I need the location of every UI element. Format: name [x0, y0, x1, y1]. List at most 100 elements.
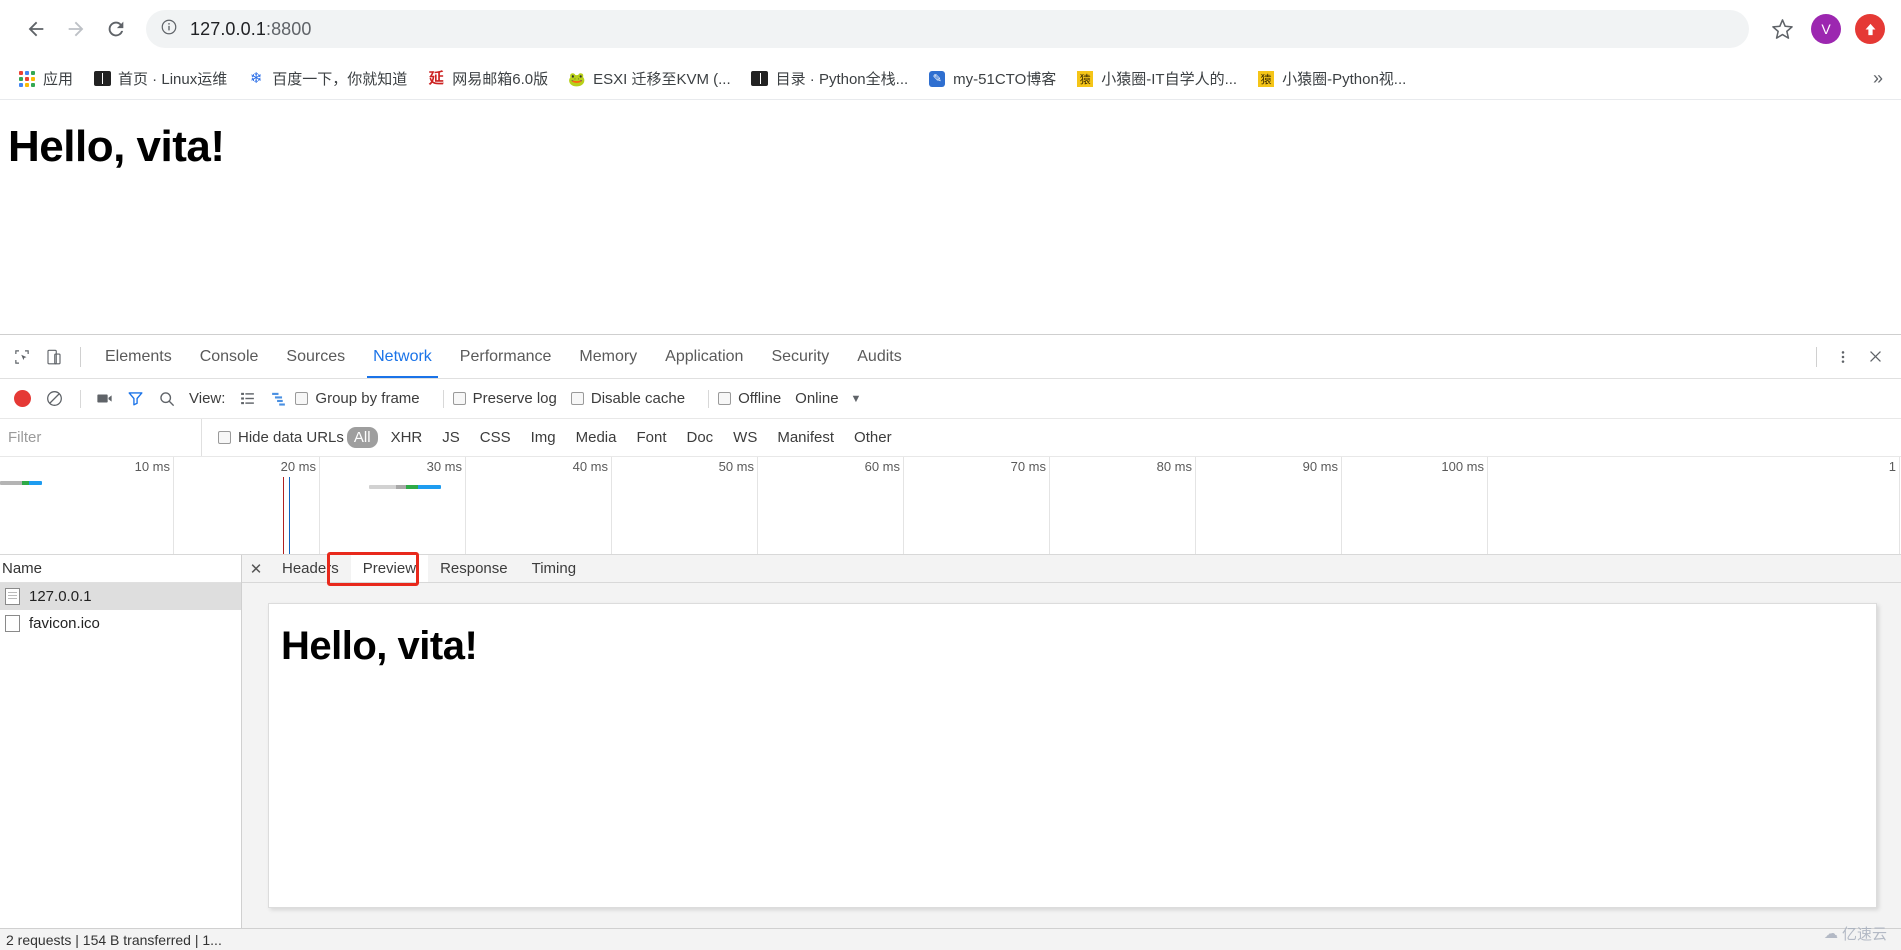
bookmark-item-esxi[interactable]: 🐸 ESXI 迁移至KVM (...	[560, 65, 739, 93]
url-port: :8800	[265, 18, 312, 39]
devtools-tabbar: Elements Console Sources Network Perform…	[0, 335, 1901, 379]
bookmark-item-xiaoyuanquan-python[interactable]: 猿 小猿圈-Python视...	[1249, 65, 1414, 93]
filter-toggle-button[interactable]	[121, 385, 149, 413]
filter-pill-font[interactable]: Font	[629, 427, 673, 448]
load-event-line	[289, 477, 290, 554]
devtools-more-button[interactable]	[1827, 341, 1859, 373]
detail-tab-headers[interactable]: Headers	[270, 555, 351, 582]
avatar-initial: V	[1821, 21, 1831, 37]
bookmark-label: 百度一下，你就知道	[272, 71, 408, 88]
filter-pill-img[interactable]: Img	[524, 427, 563, 448]
disable-cache-label: Disable cache	[590, 390, 686, 407]
tab-application[interactable]: Application	[651, 335, 757, 378]
tab-sources[interactable]: Sources	[272, 335, 359, 378]
tab-memory[interactable]: Memory	[565, 335, 651, 378]
bookmark-item-netease-mail[interactable]: 延 网易邮箱6.0版	[419, 65, 556, 93]
avatar[interactable]: V	[1811, 14, 1841, 44]
filter-pill-media[interactable]: Media	[569, 427, 624, 448]
chevron-down-icon[interactable]: ▼	[851, 393, 862, 405]
tab-performance[interactable]: Performance	[446, 335, 566, 378]
filter-pill-all[interactable]: All	[346, 427, 378, 448]
list-view-button[interactable]	[233, 385, 261, 413]
bookmark-item-xiaoyuanquan-it[interactable]: 猿 小猿圈-IT自学人的...	[1068, 65, 1245, 93]
offline-label: Offline	[738, 390, 782, 407]
preserve-log-checkbox[interactable]: Preserve log	[452, 390, 557, 407]
filter-pill-doc[interactable]: Doc	[679, 427, 720, 448]
book-icon	[93, 70, 111, 88]
bookmark-label: 应用	[43, 71, 74, 88]
netease-mail-icon: 延	[428, 70, 444, 87]
bookmark-item-apps[interactable]: 应用	[10, 65, 81, 93]
request-name: favicon.ico	[29, 615, 100, 632]
watermark-text: 亿速云	[1841, 926, 1887, 943]
capture-screenshots-button[interactable]	[90, 385, 118, 413]
search-button[interactable]	[152, 385, 180, 413]
reload-button[interactable]	[96, 9, 136, 49]
tab-security[interactable]: Security	[757, 335, 843, 378]
offline-checkbox[interactable]: Offline	[718, 390, 781, 407]
funnel-filter-icon	[127, 392, 143, 406]
request-list-header[interactable]: Name	[0, 555, 241, 583]
update-button[interactable]	[1855, 14, 1885, 44]
tab-network[interactable]: Network	[359, 335, 446, 378]
tab-audits[interactable]: Audits	[843, 335, 915, 378]
detail-close-button[interactable]: ✕	[242, 555, 270, 582]
preserve-log-label: Preserve log	[472, 390, 557, 407]
device-toolbar-button[interactable]	[38, 341, 70, 373]
bookmark-item-51cto[interactable]: ✎ my-51CTO博客	[920, 65, 1064, 93]
browser-window: 127.0.0.1:8800 V 应用 首页 · Linux运维 ❄ 百度一下，…	[0, 0, 1901, 950]
timeline-tick-label: 50 ms	[718, 459, 754, 474]
checkbox-box	[295, 392, 309, 405]
filter-pill-js[interactable]: JS	[435, 427, 467, 448]
filter-input[interactable]	[0, 419, 202, 456]
group-by-frame-checkbox[interactable]: Group by frame	[295, 390, 420, 407]
inspect-element-button[interactable]	[6, 341, 38, 373]
back-button[interactable]	[16, 9, 56, 49]
toolbar-divider	[80, 389, 81, 408]
address-bar-text: 127.0.0.1:8800	[190, 19, 312, 40]
update-arrow-icon	[1865, 23, 1875, 35]
timeline-tick-label: 1	[1888, 459, 1896, 474]
network-toolbar: View: Group by frame Preserve log Disabl…	[0, 379, 1901, 419]
request-row-favicon[interactable]: favicon.ico	[0, 610, 241, 637]
bookmarks-overflow-button[interactable]: »	[1867, 68, 1889, 89]
devtools-tabbar-right	[1806, 341, 1901, 373]
filter-pill-ws[interactable]: WS	[726, 427, 764, 448]
request-row-127-0-0-1[interactable]: 127.0.0.1	[0, 583, 241, 610]
tab-console[interactable]: Console	[186, 335, 273, 378]
record-button[interactable]	[14, 390, 31, 407]
devtools-close-button[interactable]	[1859, 341, 1891, 373]
bookmark-label: 小猿圈-Python视...	[1282, 71, 1407, 88]
network-timeline-overview[interactable]: 10 ms 20 ms 30 ms 40 ms 50 ms 60 ms 70 m…	[0, 457, 1901, 555]
forward-button[interactable]	[56, 9, 96, 49]
detail-tab-timing[interactable]: Timing	[520, 555, 588, 582]
bookmark-button[interactable]	[1763, 10, 1801, 48]
url-host: 127.0.0.1	[190, 18, 266, 39]
filter-pill-other[interactable]: Other	[847, 427, 899, 448]
bookmark-item-baidu[interactable]: ❄ 百度一下，你就知道	[239, 65, 415, 93]
waterfall-view-button[interactable]	[264, 385, 292, 413]
frog-icon: 🐸	[568, 70, 586, 87]
preview-iframe: Hello, vita!	[268, 603, 1877, 908]
detail-tab-preview[interactable]: Preview	[350, 555, 429, 582]
more-vertical-icon	[1841, 350, 1845, 363]
apps-grid-icon	[18, 70, 36, 88]
tab-elements[interactable]: Elements	[91, 335, 186, 378]
toolbar-divider	[1816, 346, 1817, 367]
filter-pill-css[interactable]: CSS	[473, 427, 518, 448]
bookmark-item-linux[interactable]: 首页 · Linux运维	[85, 65, 235, 93]
bookmark-label: 首页 · Linux运维	[118, 71, 228, 88]
address-bar[interactable]: 127.0.0.1:8800	[146, 10, 1749, 48]
filter-pill-manifest[interactable]: Manifest	[770, 427, 841, 448]
detail-tab-response[interactable]: Response	[428, 555, 520, 582]
throttling-value[interactable]: Online	[795, 390, 838, 407]
hide-data-urls-checkbox[interactable]: Hide data URLs	[218, 429, 344, 446]
bookmark-label: ESXI 迁移至KVM (...	[593, 71, 731, 88]
clear-prohibited-icon	[46, 391, 62, 406]
filter-pill-xhr[interactable]: XHR	[384, 427, 430, 448]
clear-button[interactable]	[40, 385, 68, 413]
device-toolbar-icon	[47, 349, 61, 364]
disable-cache-checkbox[interactable]: Disable cache	[570, 390, 686, 407]
bookmark-item-python-catalog[interactable]: 目录 · Python全栈...	[743, 65, 917, 93]
page-info-icon[interactable]	[160, 18, 178, 41]
